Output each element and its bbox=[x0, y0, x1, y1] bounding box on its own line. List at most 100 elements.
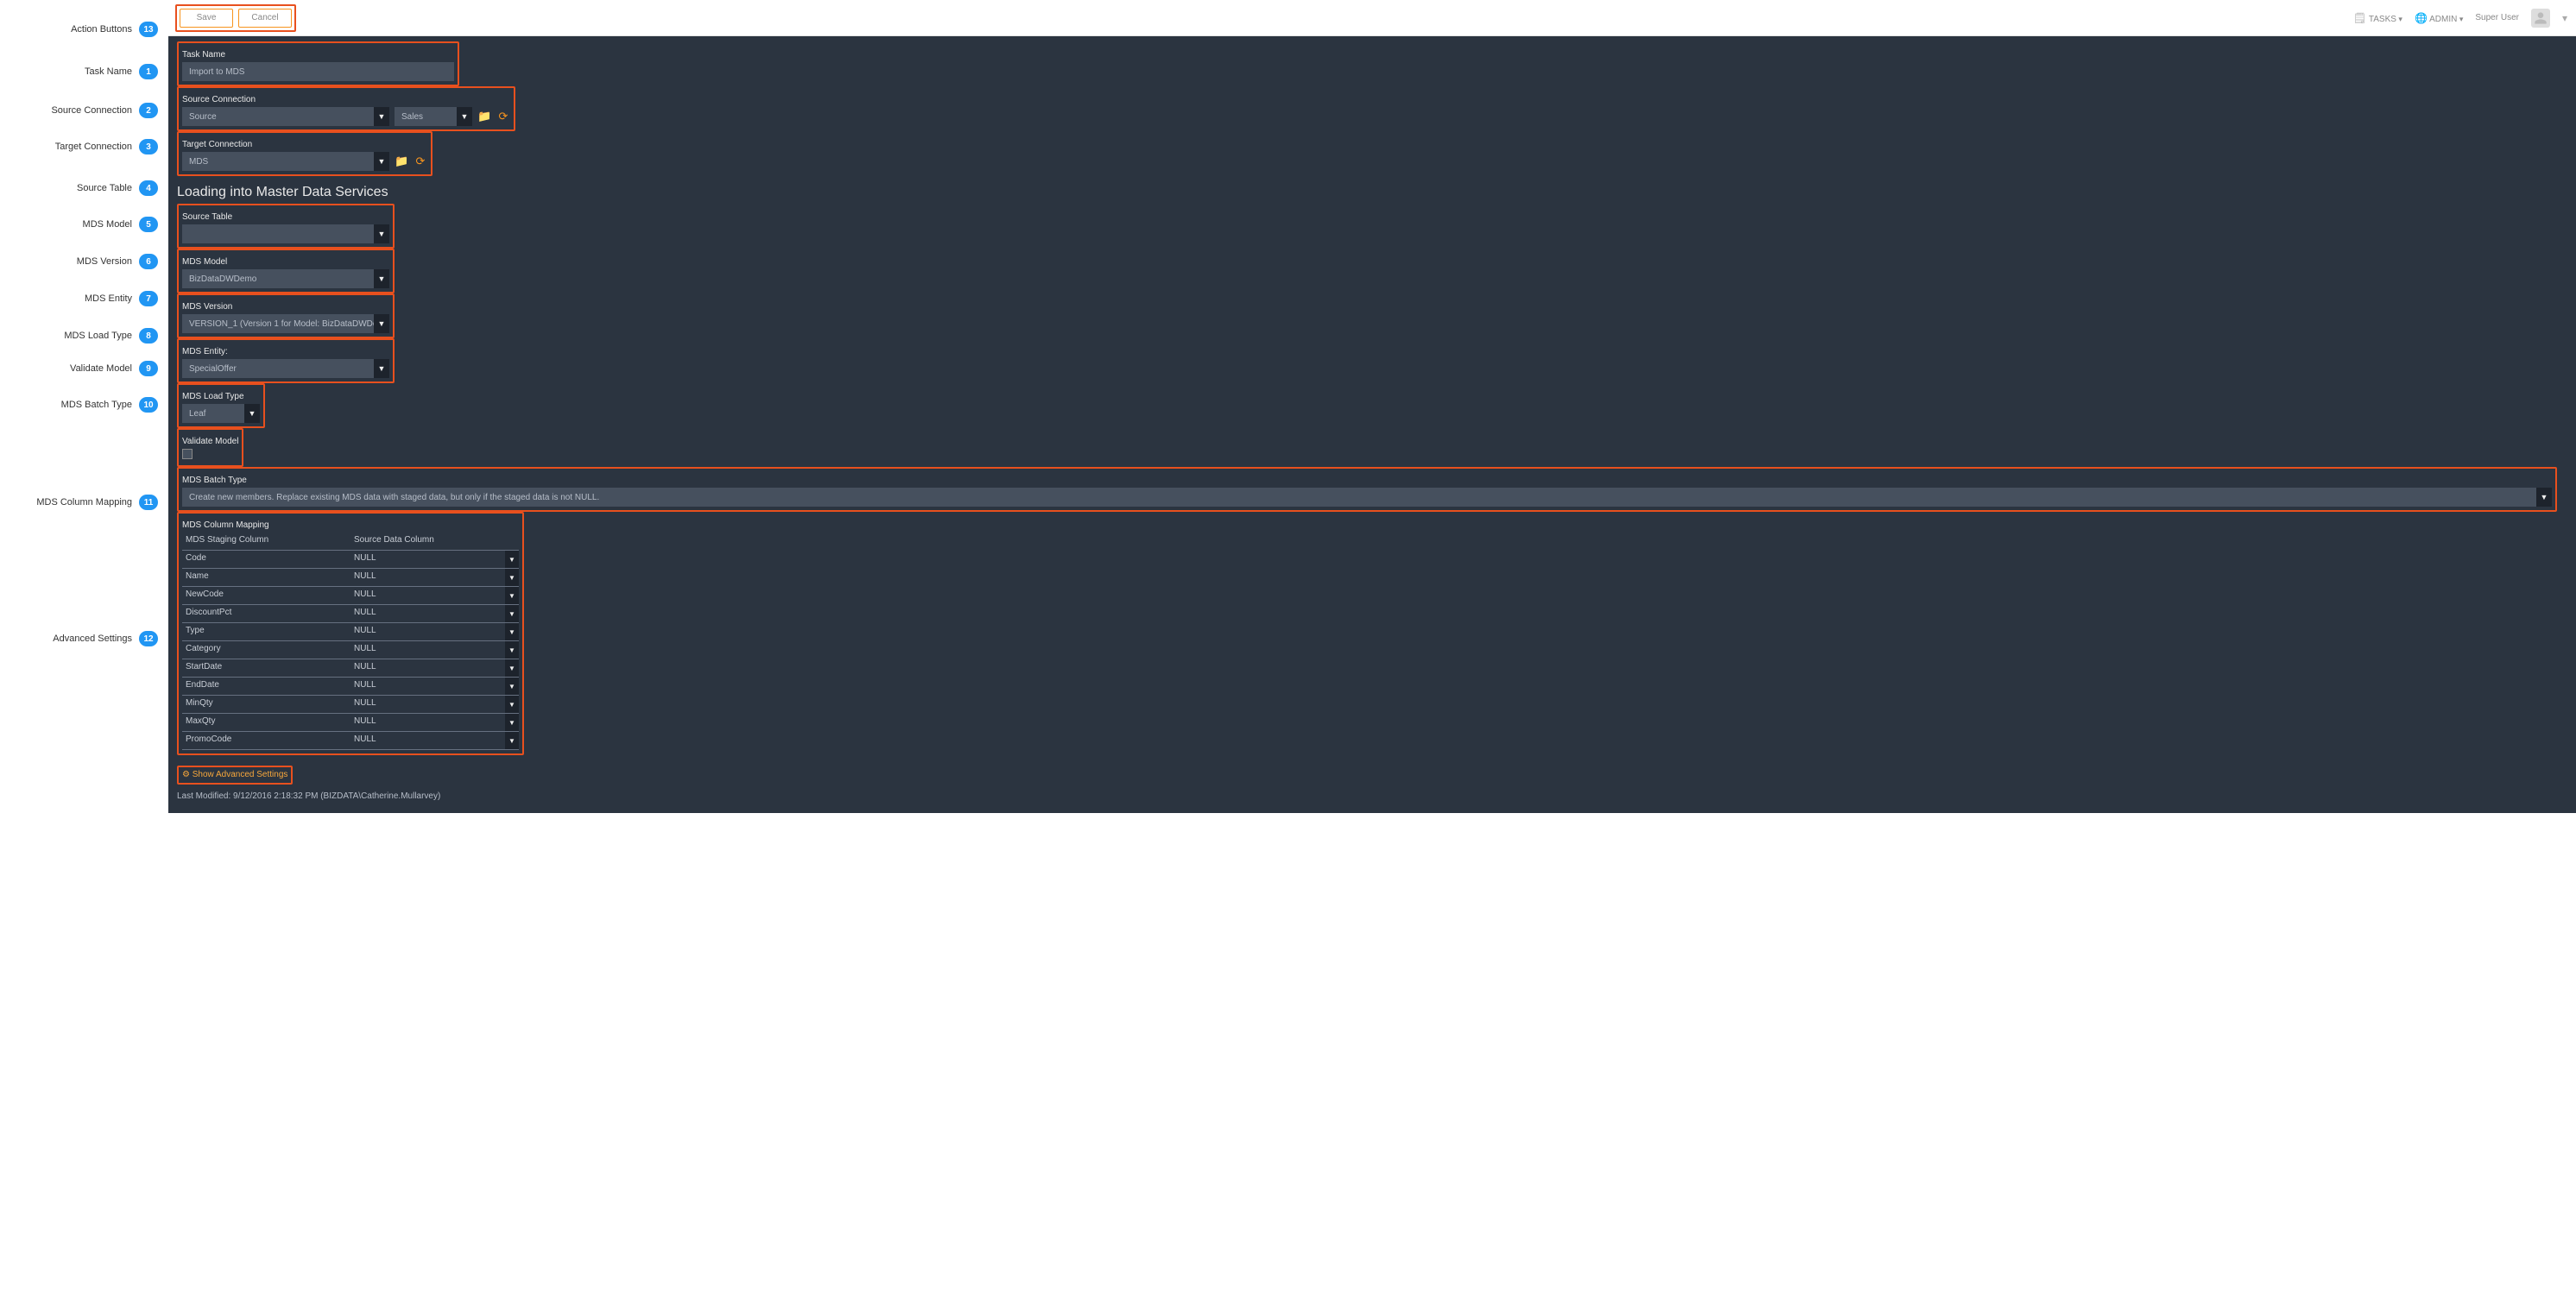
refresh-icon[interactable]: ⟳ bbox=[496, 110, 510, 123]
mapping-staging-column: Code bbox=[182, 551, 350, 568]
mapping-source-value: NULL bbox=[350, 551, 519, 568]
mapping-source-select[interactable]: NULL▼ bbox=[350, 641, 519, 659]
mapping-source-select[interactable]: NULL▼ bbox=[350, 569, 519, 586]
app: Save Cancel 🗒 TASKS 🌐 ADMIN Super User ▾… bbox=[168, 0, 2576, 813]
annotation-item: Action Buttons 13 bbox=[0, 22, 168, 37]
admin-menu[interactable]: 🌐 ADMIN bbox=[2415, 12, 2463, 24]
mapping-source-select[interactable]: NULL▼ bbox=[350, 659, 519, 677]
task-name-group: Task Name bbox=[177, 41, 459, 86]
annotation-label: Task Name bbox=[85, 66, 132, 77]
mapping-source-select[interactable]: NULL▼ bbox=[350, 714, 519, 731]
annotation-label: Action Buttons bbox=[71, 24, 132, 35]
refresh-icon[interactable]: ⟳ bbox=[414, 154, 427, 168]
mapping-staging-column: Name bbox=[182, 569, 350, 586]
mapping-source-select[interactable]: NULL▼ bbox=[350, 623, 519, 640]
mapping-staging-column: PromoCode bbox=[182, 732, 350, 749]
annotation-item: MDS Column Mapping11 bbox=[0, 495, 168, 510]
annotation-badge: 10 bbox=[139, 397, 158, 413]
task-name-input[interactable] bbox=[182, 62, 454, 81]
mapping-staging-column: StartDate bbox=[182, 659, 350, 677]
mapping-source-value: NULL bbox=[350, 696, 519, 713]
folder-icon[interactable]: 📁 bbox=[477, 110, 491, 123]
mds-version-value[interactable] bbox=[182, 314, 389, 333]
annotation-label: Source Connection bbox=[51, 105, 132, 116]
mds-batch-type-select[interactable]: ▼ bbox=[182, 488, 2552, 507]
mapping-row: CategoryNULL▼ bbox=[182, 641, 519, 659]
mapping-source-value: NULL bbox=[350, 641, 519, 659]
annotation-label: Advanced Settings bbox=[53, 634, 132, 644]
target-connection-value[interactable] bbox=[182, 152, 389, 171]
mapping-header: MDS Staging Column Source Data Column bbox=[182, 533, 519, 551]
annotation-column: Action Buttons13Task Name1Source Connect… bbox=[0, 0, 168, 813]
mapping-source-select[interactable]: NULL▼ bbox=[350, 678, 519, 695]
save-button[interactable]: Save bbox=[180, 9, 233, 28]
mapping-row: DiscountPctNULL▼ bbox=[182, 605, 519, 623]
top-bar: Save Cancel 🗒 TASKS 🌐 ADMIN Super User ▾ bbox=[168, 0, 2576, 36]
annotation-label: Validate Model bbox=[70, 363, 132, 374]
mapping-source-value: NULL bbox=[350, 587, 519, 604]
annotation-label: MDS Entity bbox=[85, 293, 132, 304]
validate-model-group: Validate Model bbox=[177, 428, 243, 467]
mapping-staging-column: NewCode bbox=[182, 587, 350, 604]
mds-version-select[interactable]: ▼ bbox=[182, 314, 389, 333]
mapping-source-select[interactable]: NULL▼ bbox=[350, 732, 519, 749]
mds-column-mapping-label: MDS Column Mapping bbox=[182, 520, 519, 530]
target-connection-group: Target Connection ▼ 📁 ⟳ bbox=[177, 131, 432, 176]
annotation-item: Target Connection 3 bbox=[0, 139, 168, 154]
mds-entity-select[interactable]: ▼ bbox=[182, 359, 389, 378]
validate-model-checkbox[interactable] bbox=[182, 449, 193, 459]
source-database-select[interactable]: ▼ bbox=[395, 107, 472, 126]
mds-model-label: MDS Model bbox=[182, 257, 389, 267]
source-connection-group: Source Connection ▼ ▼ 📁 ⟳ bbox=[177, 86, 515, 131]
mapping-source-select[interactable]: NULL▼ bbox=[350, 605, 519, 622]
source-connection-select[interactable]: ▼ bbox=[182, 107, 389, 126]
avatar[interactable] bbox=[2531, 9, 2550, 28]
mapping-source-value: NULL bbox=[350, 623, 519, 640]
mapping-row: MinQtyNULL▼ bbox=[182, 696, 519, 714]
mapping-row: CodeNULL▼ bbox=[182, 551, 519, 569]
tasks-icon: 🗒 bbox=[2353, 12, 2366, 24]
mds-load-type-label: MDS Load Type bbox=[182, 392, 260, 401]
mapping-staging-column: Type bbox=[182, 623, 350, 640]
source-connection-value[interactable] bbox=[182, 107, 389, 126]
chevron-down-icon: ▼ bbox=[505, 551, 519, 568]
mds-load-type-value[interactable] bbox=[182, 404, 260, 423]
mapping-row: StartDateNULL▼ bbox=[182, 659, 519, 678]
annotation-badge: 5 bbox=[139, 217, 158, 232]
cancel-button[interactable]: Cancel bbox=[238, 9, 292, 28]
annotation-badge: 13 bbox=[139, 22, 158, 37]
mds-version-group: MDS Version ▼ bbox=[177, 293, 395, 338]
source-table-select[interactable]: ▼ bbox=[182, 224, 389, 243]
chevron-down-icon: ▼ bbox=[505, 587, 519, 604]
folder-icon[interactable]: 📁 bbox=[395, 154, 408, 168]
tasks-menu[interactable]: 🗒 TASKS bbox=[2353, 12, 2402, 24]
annotation-badge: 2 bbox=[139, 103, 158, 118]
chevron-down-icon: ▼ bbox=[505, 678, 519, 695]
mapping-source-value: NULL bbox=[350, 659, 519, 677]
annotation-item: Validate Model9 bbox=[0, 361, 168, 376]
user-menu-caret-icon[interactable]: ▾ bbox=[2562, 12, 2567, 24]
mds-batch-type-label: MDS Batch Type bbox=[182, 476, 2552, 485]
mapping-source-select[interactable]: NULL▼ bbox=[350, 587, 519, 604]
mapping-source-value: NULL bbox=[350, 569, 519, 586]
source-database-value[interactable] bbox=[395, 107, 472, 126]
mapping-source-select[interactable]: NULL▼ bbox=[350, 696, 519, 713]
chevron-down-icon: ▼ bbox=[505, 659, 519, 677]
mapping-row: TypeNULL▼ bbox=[182, 623, 519, 641]
target-connection-select[interactable]: ▼ bbox=[182, 152, 389, 171]
source-table-label: Source Table bbox=[182, 212, 389, 222]
mds-entity-value[interactable] bbox=[182, 359, 389, 378]
mapping-source-select[interactable]: NULL▼ bbox=[350, 551, 519, 568]
annotation-item: Source Table4 bbox=[0, 180, 168, 196]
advanced-settings-link[interactable]: ⚙ Show Advanced Settings bbox=[182, 770, 287, 779]
source-table-value[interactable] bbox=[182, 224, 389, 243]
last-modified: Last Modified: 9/12/2016 2:18:32 PM (BIZ… bbox=[168, 791, 2566, 801]
mds-batch-type-value[interactable] bbox=[182, 488, 2552, 507]
mapping-staging-column: MaxQty bbox=[182, 714, 350, 731]
mds-model-select[interactable]: ▼ bbox=[182, 269, 389, 288]
annotation-badge: 3 bbox=[139, 139, 158, 154]
mds-model-value[interactable] bbox=[182, 269, 389, 288]
annotation-label: Target Connection bbox=[55, 142, 132, 152]
mapping-staging-column: MinQty bbox=[182, 696, 350, 713]
mds-load-type-select[interactable]: ▼ bbox=[182, 404, 260, 423]
